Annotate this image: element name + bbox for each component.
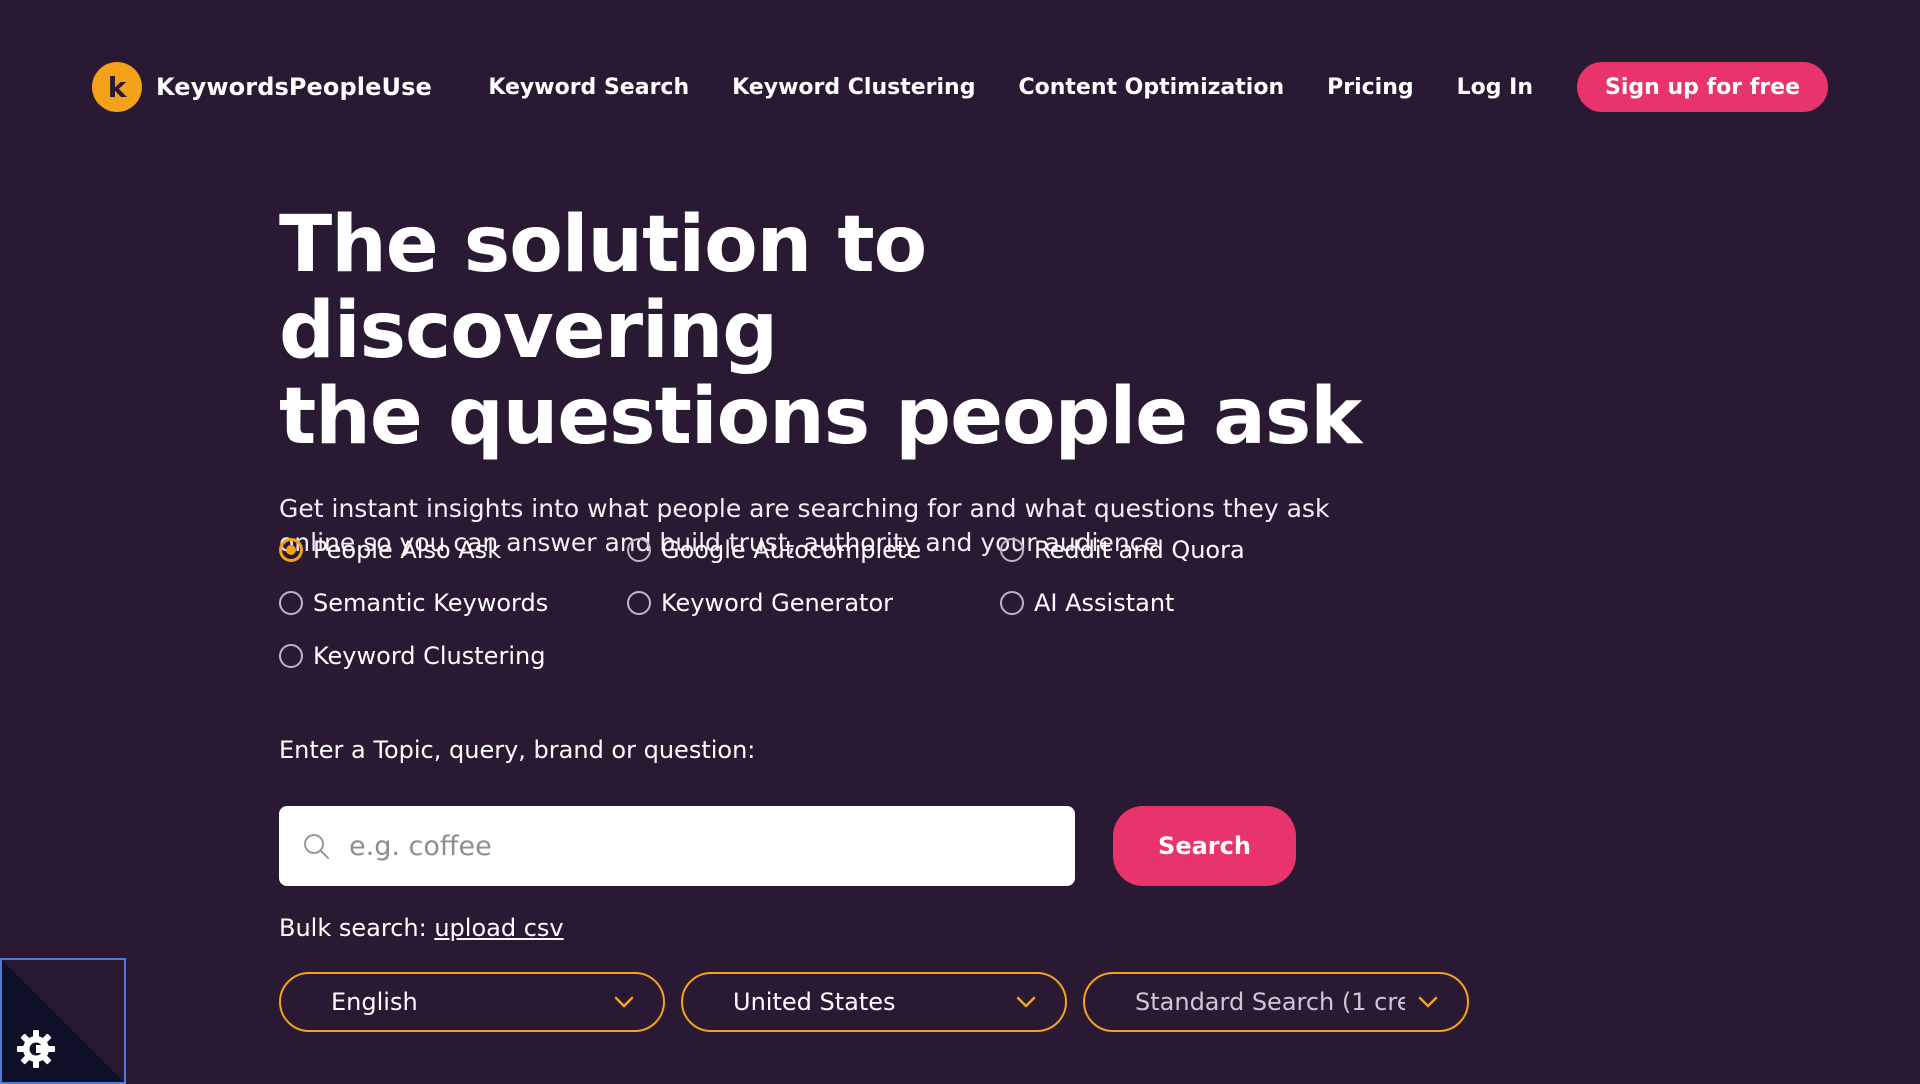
radio-button[interactable] — [279, 644, 303, 668]
radio-button[interactable] — [627, 538, 651, 562]
option-label: Google Autocomplete — [661, 536, 922, 564]
nav-pricing[interactable]: Pricing — [1327, 75, 1414, 100]
hero-section: The solution to discovering the question… — [279, 202, 1439, 560]
search-type-options: People Also Ask Google Autocomplete Redd… — [279, 536, 1279, 670]
chevron-down-icon — [1418, 996, 1438, 1008]
gear-icon[interactable] — [15, 1028, 57, 1070]
language-value: English — [331, 988, 418, 1016]
search-box[interactable] — [279, 806, 1075, 886]
option-label: Keyword Generator — [661, 589, 894, 617]
option-keyword-generator[interactable]: Keyword Generator — [627, 589, 1000, 617]
brand-logo-link[interactable]: k KeywordsPeopleUse — [92, 62, 432, 112]
title-line-2: the questions people ask — [279, 372, 1362, 462]
radio-button[interactable] — [1000, 538, 1024, 562]
search-mode-value: Standard Search (1 cre — [1135, 988, 1405, 1016]
brand-name: KeywordsPeopleUse — [156, 73, 432, 101]
option-ai-assistant[interactable]: AI Assistant — [1000, 589, 1280, 617]
option-semantic-keywords[interactable]: Semantic Keywords — [279, 589, 627, 617]
option-label: Reddit and Quora — [1034, 536, 1245, 564]
page-title: The solution to discovering the question… — [279, 202, 1439, 460]
radio-button[interactable] — [279, 538, 303, 562]
bulk-search: Bulk search: upload csv — [279, 914, 564, 942]
nav-log-in[interactable]: Log In — [1457, 75, 1533, 100]
search-mode-select[interactable]: Standard Search (1 cre — [1083, 972, 1469, 1032]
main-nav: Keyword Search Keyword Clustering Conten… — [488, 62, 1828, 112]
nav-keyword-clustering[interactable]: Keyword Clustering — [732, 75, 975, 100]
chevron-down-icon — [1016, 996, 1036, 1008]
page: k KeywordsPeopleUse Keyword Search Keywo… — [0, 0, 1920, 1084]
radio-button[interactable] — [1000, 591, 1024, 615]
upload-csv-link[interactable]: upload csv — [434, 914, 563, 942]
k-logo-icon: k — [92, 62, 142, 112]
option-people-also-ask[interactable]: People Also Ask — [279, 536, 627, 564]
option-reddit-and-quora[interactable]: Reddit and Quora — [1000, 536, 1280, 564]
language-select[interactable]: English — [279, 972, 665, 1032]
search-settings: English United States Standard Search (1… — [279, 972, 1469, 1032]
nav-keyword-search[interactable]: Keyword Search — [488, 75, 689, 100]
country-value: United States — [733, 988, 896, 1016]
chevron-down-icon — [614, 996, 634, 1008]
search-label: Enter a Topic, query, brand or question: — [279, 736, 756, 764]
site-header: k KeywordsPeopleUse Keyword Search Keywo… — [92, 62, 1828, 112]
option-label: People Also Ask — [313, 536, 502, 564]
nav-content-optimization[interactable]: Content Optimization — [1018, 75, 1284, 100]
search-icon — [304, 834, 329, 859]
option-label: AI Assistant — [1034, 589, 1175, 617]
title-line-1: The solution to discovering — [279, 200, 927, 376]
bulk-search-label: Bulk search: — [279, 914, 427, 942]
radio-button[interactable] — [627, 591, 651, 615]
search-button[interactable]: Search — [1113, 806, 1296, 886]
option-keyword-clustering[interactable]: Keyword Clustering — [279, 642, 627, 670]
option-label: Keyword Clustering — [313, 642, 546, 670]
option-label: Semantic Keywords — [313, 589, 549, 617]
country-select[interactable]: United States — [681, 972, 1067, 1032]
option-google-autocomplete[interactable]: Google Autocomplete — [627, 536, 1000, 564]
sign-up-button[interactable]: Sign up for free — [1577, 62, 1828, 112]
search-input[interactable] — [349, 830, 1049, 862]
radio-button[interactable] — [279, 591, 303, 615]
